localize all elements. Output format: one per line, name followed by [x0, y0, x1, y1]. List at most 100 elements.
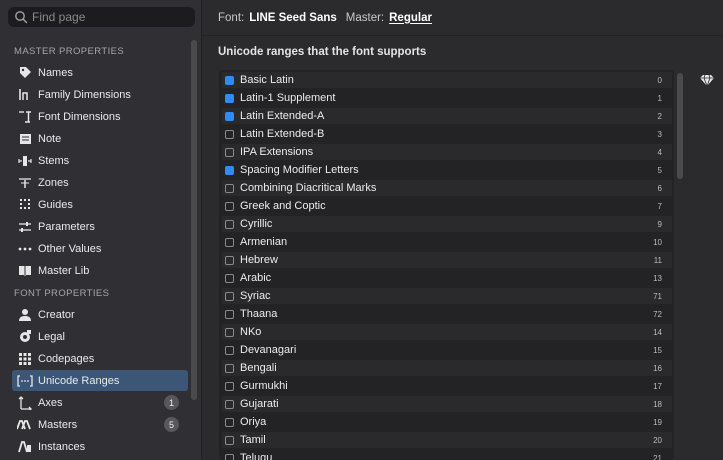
range-name: Latin-1 Supplement: [240, 92, 336, 104]
range-checkbox[interactable]: [225, 327, 234, 337]
unicode-range-row[interactable]: Thaana 72: [222, 306, 672, 322]
range-checkbox[interactable]: [225, 237, 234, 247]
unicode-range-row[interactable]: IPA Extensions 4: [222, 144, 672, 160]
unicode-range-row[interactable]: Devanagari 15: [222, 342, 672, 358]
range-name: Gujarati: [240, 398, 279, 410]
sidebar-item-label: Masters: [38, 418, 78, 431]
sidebar-item-legal[interactable]: Legal: [12, 326, 188, 347]
range-checkbox[interactable]: [225, 93, 234, 103]
sidebar-item-axes[interactable]: Axes 1: [12, 392, 188, 413]
unicode-range-row[interactable]: Armenian 10: [222, 234, 672, 250]
sidebar-item-zones[interactable]: Zones: [12, 172, 188, 193]
range-name: Gurmukhi: [240, 380, 288, 392]
range-name: Telugu: [240, 452, 273, 460]
unicode-range-row[interactable]: Cyrillic 9: [222, 216, 672, 232]
unicode-range-row[interactable]: Combining Diacritical Marks 6: [222, 180, 672, 196]
unicode-range-row[interactable]: Latin Extended-B 3: [222, 126, 672, 142]
range-name: Thaana: [240, 308, 278, 320]
sidebar-item-label: Note: [38, 132, 62, 145]
search-icon: [14, 10, 28, 24]
range-bit-number: 71: [653, 291, 662, 301]
unicode-range-row[interactable]: Spacing Modifier Letters 5: [222, 162, 672, 178]
range-checkbox[interactable]: [225, 399, 234, 409]
range-checkbox[interactable]: [225, 291, 234, 301]
range-checkbox[interactable]: [225, 363, 234, 373]
sidebar-item-stems[interactable]: Stems: [12, 150, 188, 171]
sidebar: MASTER PROPERTIES Names Family Dimension…: [0, 0, 202, 460]
unicode-range-row[interactable]: NKo 14: [222, 324, 672, 340]
range-checkbox[interactable]: [225, 309, 234, 319]
range-bit-number: 6: [657, 183, 662, 193]
range-checkbox[interactable]: [225, 417, 234, 427]
unicode-range-row[interactable]: Latin Extended-A 2: [222, 108, 672, 124]
unicode-range-row[interactable]: Tamil 20: [222, 432, 672, 448]
unicode-range-row[interactable]: Basic Latin 0: [222, 72, 672, 88]
sidebar-item-names[interactable]: Names: [12, 62, 188, 83]
sidebar-item-font-dimensions[interactable]: Font Dimensions: [12, 106, 188, 127]
font-name[interactable]: LINE Seed Sans: [249, 12, 337, 24]
range-bit-number: 7: [657, 201, 662, 211]
search-field[interactable]: [8, 7, 195, 27]
sidebar-item-label: Other Values: [38, 242, 102, 255]
tag-icon: [17, 66, 33, 80]
unicode-range-row[interactable]: Gujarati 18: [222, 396, 672, 412]
range-bit-number: 11: [653, 255, 662, 265]
unicode-range-row[interactable]: Greek and Coptic 7: [222, 198, 672, 214]
sidebar-item-parameters[interactable]: Parameters: [12, 216, 188, 237]
sidebar-item-instances[interactable]: Instances: [12, 436, 188, 457]
sidebar-item-note[interactable]: Note: [12, 128, 188, 149]
range-checkbox[interactable]: [225, 183, 234, 193]
master-selector[interactable]: Regular: [389, 12, 432, 24]
range-bit-number: 72: [653, 309, 662, 319]
section-title-font-properties: FONT PROPERTIES: [14, 288, 110, 299]
sidebar-item-masters[interactable]: Masters 5: [12, 414, 188, 435]
unicode-range-row[interactable]: Hebrew 11: [222, 252, 672, 268]
sidebar-item-unicode-ranges[interactable]: Unicode Ranges: [12, 370, 188, 391]
search-input[interactable]: [32, 10, 182, 24]
sidebar-item-guides[interactable]: Guides: [12, 194, 188, 215]
sidebar-item-label: Names: [38, 66, 73, 79]
range-bit-number: 10: [653, 237, 662, 247]
range-checkbox[interactable]: [225, 219, 234, 229]
sidebar-item-label: Zones: [38, 176, 69, 189]
sidebar-item-codepages[interactable]: Codepages: [12, 348, 188, 369]
unicode-range-row[interactable]: Telugu 21: [222, 450, 672, 460]
range-checkbox[interactable]: [225, 435, 234, 445]
unicode-range-row[interactable]: Oriya 19: [222, 414, 672, 430]
gem-icon[interactable]: [700, 74, 714, 88]
range-checkbox[interactable]: [225, 201, 234, 211]
book-icon: [17, 264, 33, 278]
range-checkbox[interactable]: [225, 273, 234, 283]
person-icon: [17, 308, 33, 322]
range-checkbox[interactable]: [225, 381, 234, 391]
range-checkbox[interactable]: [225, 75, 234, 85]
masters-icon: [17, 418, 33, 432]
sidebar-item-creator[interactable]: Creator: [12, 304, 188, 325]
range-checkbox[interactable]: [225, 147, 234, 157]
unicode-range-row[interactable]: Syriac 71: [222, 288, 672, 304]
range-checkbox[interactable]: [225, 129, 234, 139]
range-checkbox[interactable]: [225, 165, 234, 175]
grid-icon: [17, 352, 33, 366]
range-name: Basic Latin: [240, 74, 294, 86]
section-title-master-properties: MASTER PROPERTIES: [14, 46, 125, 57]
range-checkbox[interactable]: [225, 111, 234, 121]
unicode-range-row[interactable]: Latin-1 Supplement 1: [222, 90, 672, 106]
range-bit-number: 0: [657, 75, 662, 85]
range-name: Hebrew: [240, 254, 278, 266]
sidebar-scrollbar[interactable]: [191, 40, 197, 400]
unicode-range-row[interactable]: Gurmukhi 17: [222, 378, 672, 394]
unicode-range-row[interactable]: Arabic 13: [222, 270, 672, 286]
range-checkbox[interactable]: [225, 453, 234, 460]
range-checkbox[interactable]: [225, 345, 234, 355]
range-name: Combining Diacritical Marks: [240, 182, 377, 194]
range-bit-number: 9: [657, 219, 662, 229]
sidebar-item-family-dimensions[interactable]: Family Dimensions: [12, 84, 188, 105]
sidebar-item-other-values[interactable]: Other Values: [12, 238, 188, 259]
list-scrollbar[interactable]: [677, 73, 683, 179]
sidebar-item-label: Parameters: [38, 220, 95, 233]
sidebar-item-master-lib[interactable]: Master Lib: [12, 260, 188, 281]
range-checkbox[interactable]: [225, 255, 234, 265]
unicode-range-row[interactable]: Bengali 16: [222, 360, 672, 376]
sidebar-item-label: Instances: [38, 440, 86, 453]
